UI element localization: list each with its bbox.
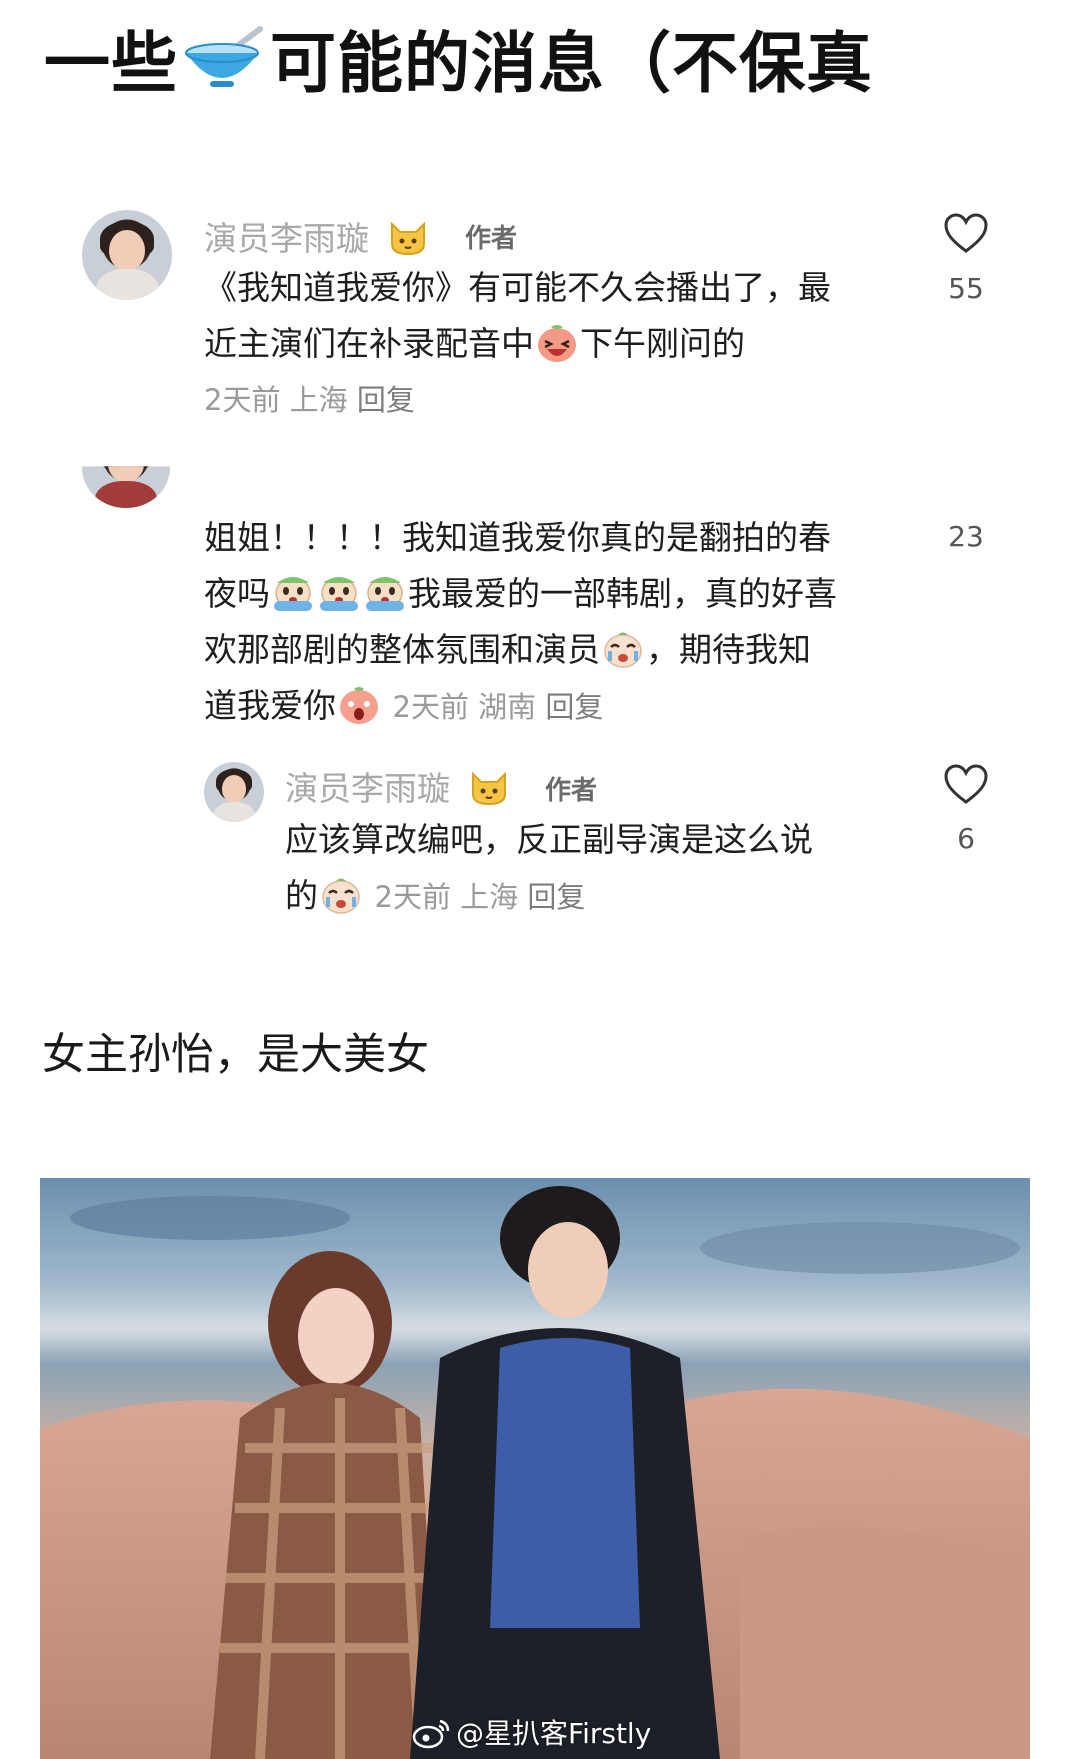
crying-emoji (320, 577, 358, 611)
author-tag: 作者 (465, 224, 518, 254)
avatar[interactable] (204, 762, 264, 822)
like-count: 23 (948, 520, 984, 553)
comment-location: 湖南 (478, 690, 537, 724)
reply-button[interactable]: 回复 (545, 690, 603, 724)
comment-text: 《我知道我爱你》有可能不久会播出了，最 近主演们在补录配音中 下午刚问的 2天前… (204, 268, 831, 417)
cat-icon (390, 221, 425, 256)
comment-author[interactable]: 演员李雨璇 (285, 762, 509, 810)
comment-author[interactable]: 演员李雨璇 (204, 212, 428, 260)
comment-location: 上海 (460, 880, 519, 914)
crying-emoji (274, 577, 312, 611)
comment-location: 上海 (289, 383, 348, 417)
tearful-emoji (604, 632, 642, 668)
reply-button[interactable]: 回复 (357, 383, 415, 417)
crying-emoji (366, 577, 404, 611)
title-text-after: 可能的消息（不保真 (270, 25, 873, 102)
like-count: 55 (948, 272, 984, 305)
title-text-before: 一些 (44, 25, 178, 102)
author-tag: 作者 (545, 776, 598, 806)
comment-time: 2天前 (204, 383, 281, 417)
avatar[interactable] (82, 466, 170, 508)
tearful-emoji (322, 878, 360, 914)
comment-time: 2天前 (392, 690, 469, 724)
photo-illustration (40, 1186, 1030, 1759)
bowl-icon (185, 26, 263, 87)
comment-text: 应该算改编吧，反正副导演是这么说 的 2天前 上海 回复 (285, 820, 813, 915)
watermark: @星扒客Firstly (412, 1712, 651, 1752)
shocked-emoji (340, 687, 378, 724)
laughing-emoji (538, 325, 576, 362)
section-subheading: 女主孙怡，是大美女 (42, 1030, 429, 1080)
reply-button[interactable]: 回复 (527, 880, 585, 914)
drama-still-image (40, 1178, 1030, 1759)
heart-icon[interactable] (943, 213, 989, 255)
like-count: 6 (957, 822, 975, 855)
avatar[interactable] (82, 210, 172, 300)
page-title: 一些 可能的消息（不保真 (44, 18, 873, 102)
heart-icon[interactable] (943, 764, 989, 806)
weibo-icon (412, 1719, 450, 1749)
comment-time: 2天前 (374, 880, 451, 914)
cat-icon (471, 771, 506, 806)
comment-text: 姐姐！！！！我知道我爱你真的是翻拍的春 夜吗 我最爱的一部韩剧，真的好喜 欢那部… (204, 518, 837, 725)
